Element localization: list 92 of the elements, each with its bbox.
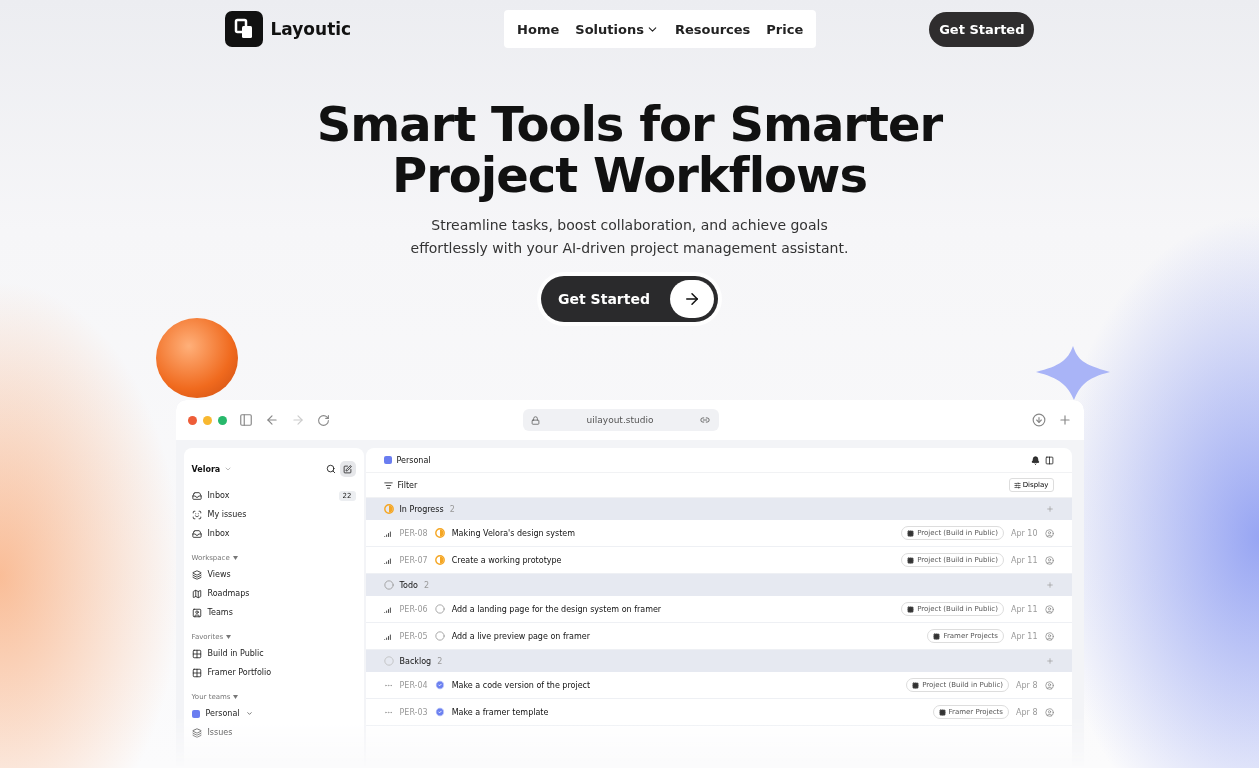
priority-bars-icon [383,631,393,641]
group-label: Todo [399,580,418,590]
team-icon [383,456,392,465]
layers-icon [191,727,202,738]
inbox-icon [191,528,202,539]
assignee-icon [1044,528,1054,538]
sidebar-item[interactable]: Personal [205,709,240,719]
grid-icon [907,605,915,613]
priority-bars-icon [383,528,393,538]
arrow-right-icon [669,280,714,319]
issue-id: PER-07 [399,555,428,565]
get-started-button[interactable]: Get Started [929,11,1035,47]
assignee-icon [1044,555,1054,565]
issue-id: PER-08 [399,528,428,538]
map-icon [191,588,202,599]
filter-icon [383,480,393,490]
issue-title: Make a code version of the project [451,680,591,690]
issue-title: Making Velora's design system [451,528,576,538]
grid-icon [191,667,202,678]
issue-title: Add a landing page for the design system on framer [451,604,662,614]
grid-icon [907,556,915,564]
caret-icon [233,695,239,700]
issue-date: Apr 11 [1010,604,1038,614]
filter-button[interactable]: Filter [397,480,418,490]
sidebar-item[interactable]: Views [207,570,231,580]
grid-icon [191,648,202,659]
brand-name: Layoutic [270,19,352,40]
nav-link[interactable]: Price [759,21,811,37]
logo-icon [224,11,263,48]
caret-icon [226,635,232,640]
issue-title: Add a live preview page on framer [451,631,590,641]
sidebar-item[interactable]: Roadmaps [207,589,250,599]
group-count: 2 [437,656,443,666]
issue-id: PER-03 [399,707,428,717]
hero-title: Smart Tools for Smarter Project Workflows [315,98,944,201]
sidebar-item[interactable]: Inbox [207,529,230,539]
assignee-icon [1044,707,1054,717]
nav-link[interactable]: Solutions [568,21,666,37]
sliders-icon [1013,481,1021,489]
issue-date: Apr 11 [1010,555,1038,565]
nav-link[interactable]: Home [510,21,567,37]
workspace-name[interactable]: Velora [191,464,221,474]
url-text: uilayout.studio [586,415,654,426]
window-controls-icon [187,415,227,425]
search-icon[interactable] [325,464,336,475]
sidebar-item[interactable]: Build in Public [207,649,264,659]
grid-icon [933,632,941,640]
group-count: 2 [449,504,455,514]
sidebar-item[interactable]: Inbox [207,491,230,501]
inbox-icon [191,490,202,501]
lock-icon [530,415,540,425]
sidebar-icon[interactable] [238,413,253,428]
issue-id: PER-04 [399,680,428,690]
issue-date: Apr 11 [1010,631,1038,641]
panel-icon[interactable] [1044,455,1054,465]
sidebar-item[interactable]: Teams [207,608,233,618]
issue-date: Apr 8 [1016,680,1038,690]
address-bar[interactable]: uilayout.studio [522,409,719,432]
compose-button[interactable] [339,461,356,478]
sidebar-item[interactable]: My issues [207,510,247,520]
team-title: Personal [396,455,431,465]
layers-icon [191,569,202,580]
priority-bars-icon [383,555,393,565]
new-tab-icon[interactable] [1057,413,1072,428]
assignee-icon [1044,680,1054,690]
issue-id: PER-05 [399,631,428,641]
bell-icon[interactable] [1030,455,1040,465]
issue-title: Create a working prototype [451,555,562,565]
reload-icon[interactable] [316,413,330,427]
caret-icon [232,556,238,561]
priority-bars-icon [383,604,393,614]
issue-id: PER-06 [399,604,428,614]
assignee-icon [1044,631,1054,641]
issue-date: Apr 10 [1010,528,1038,538]
hero-subtitle: Streamline tasks, boost collaboration, and achieve goals effortlessly with your AI-driven project management assistant. [409,216,850,259]
grid-icon [938,708,946,716]
pen-icon [343,464,352,474]
group-label: Backlog [399,656,432,666]
grid-icon [912,681,920,689]
issue-title: Make a framer template [451,707,549,717]
grid-icon [907,529,915,537]
user-square-icon [191,607,202,618]
team-icon [191,709,200,718]
link-icon [700,415,711,426]
group-label: In Progress [399,504,444,514]
issue-date: Apr 8 [1016,707,1038,717]
sidebar-item[interactable]: Issues [207,728,233,738]
assignee-icon [1044,604,1054,614]
download-icon[interactable] [1031,413,1046,428]
nav-link[interactable]: Resources [667,21,758,37]
sidebar-item[interactable]: Framer Portfolio [207,668,272,678]
group-count: 2 [423,580,429,590]
